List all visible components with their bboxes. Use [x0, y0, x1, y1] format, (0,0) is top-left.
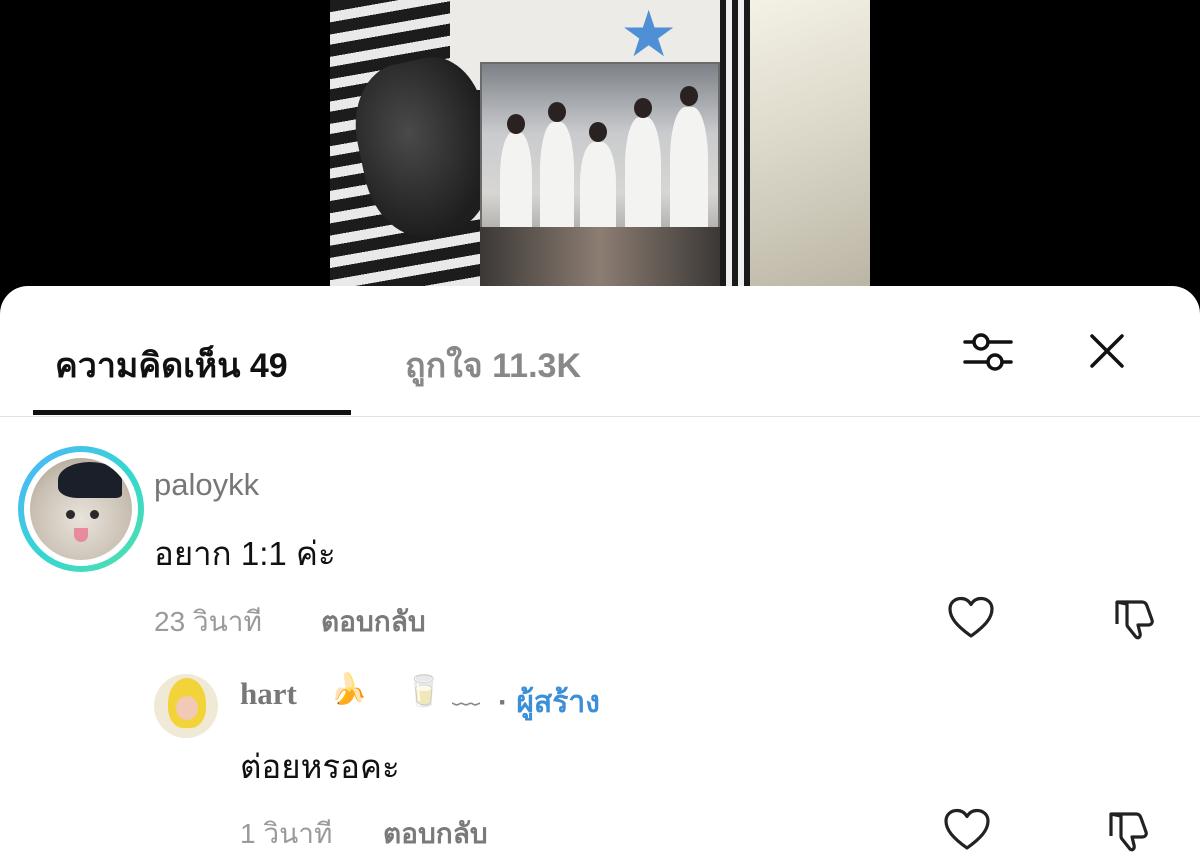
tilde-icon: ﹏	[452, 679, 481, 710]
creator-badge: · ผู้สร้าง	[498, 679, 600, 726]
dislike-icon[interactable]	[1106, 808, 1152, 859]
heart-icon[interactable]	[943, 808, 991, 857]
milk-icon: 🥛	[405, 675, 443, 708]
heart-icon[interactable]	[947, 596, 995, 645]
active-tab-indicator	[33, 410, 351, 415]
comment-username[interactable]: paloykk	[154, 467, 259, 503]
star-icon: ★	[620, 0, 678, 70]
tab-comments[interactable]: ความคิดเห็น 49	[55, 338, 288, 392]
avatar[interactable]	[154, 674, 218, 738]
close-icon[interactable]	[1088, 332, 1126, 370]
tabs-row: ความคิดเห็น 49 ถูกใจ 11.3K	[0, 286, 1200, 416]
video-photo-card	[480, 62, 720, 300]
creator-label: ผู้สร้าง	[516, 686, 600, 719]
comment-timestamp: 1 วินาที	[240, 818, 333, 849]
banana-icon: 🍌	[330, 673, 368, 706]
reply-button[interactable]: ตอบกลับ	[321, 600, 426, 644]
username-text: hart	[240, 676, 297, 711]
tab-likes[interactable]: ถูกใจ 11.3K	[405, 338, 581, 392]
creator-separator: ·	[498, 686, 508, 719]
avatar	[30, 458, 132, 560]
video-player[interactable]: ★	[330, 0, 870, 300]
tabs-divider	[0, 416, 1200, 417]
comment-text: ต่อยหรอคะ	[240, 748, 400, 785]
comment-timestamp: 23 วินาที	[154, 606, 262, 637]
video-paper	[750, 0, 870, 300]
comment-text: อยาก 1:1 ค่ะ	[154, 535, 336, 572]
reply-button[interactable]: ตอบกลับ	[383, 812, 488, 856]
comment-username[interactable]: hart 🍌 🥛 ﹏	[240, 673, 480, 712]
sliders-icon[interactable]	[963, 330, 1013, 374]
avatar-story-ring[interactable]	[18, 446, 144, 572]
dislike-icon[interactable]	[1112, 596, 1158, 647]
